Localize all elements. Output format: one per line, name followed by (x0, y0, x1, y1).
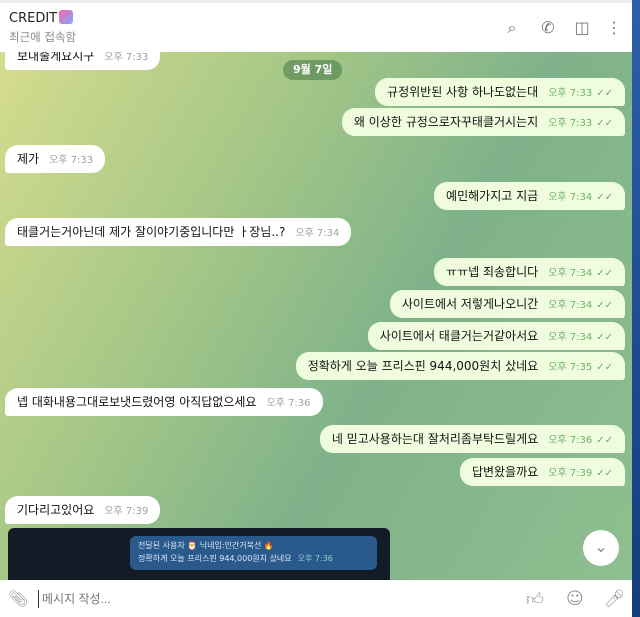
sticker-icon (59, 10, 74, 24)
incoming-message[interactable]: 제가 오후 7:33 (5, 145, 106, 173)
message-time: 오후 7:36 (266, 398, 311, 409)
outgoing-message[interactable]: 사이트에서 태클거는거같아서요 오후 7:34 ✓✓ (367, 322, 625, 350)
message-text: 제가 (17, 152, 40, 166)
message-time: 오후 7:33 (104, 52, 149, 63)
message-text: 정확하게 오늘 프리스핀 944,000원치 샀네요 (307, 359, 539, 373)
message-time: 오후 7:34 (295, 228, 340, 239)
message-text: 사이트에서 태클거는거같아서요 (379, 329, 539, 343)
attach-icon[interactable]: 📎︎ (8, 589, 28, 608)
message-text: 네 믿고사용하는대 잘처리좀부탁드릴게요 (331, 432, 539, 446)
message-input[interactable] (38, 590, 498, 608)
message-text: 보내줄게요시구 (17, 52, 95, 63)
read-check-icon: ✓✓ (596, 435, 613, 446)
message-time: 오후 7:36 (548, 435, 593, 446)
message-text: 답변왔을까요 (471, 465, 539, 479)
message-text: 태클거는거아닌데 제가 잘이야기중입니다만 ㅏ장님..? (17, 225, 286, 239)
date-chip: 9월 7일 (283, 60, 343, 80)
incoming-message[interactable]: 기다리고있어요 오후 7:39 (5, 496, 161, 524)
search-icon[interactable]: ⌕ (502, 18, 522, 38)
more-vertical-icon[interactable]: ⋮ (604, 18, 624, 38)
read-check-icon: ✓✓ (596, 268, 613, 279)
composer: 📎︎ 👍︎ ☺ 🎤︎ (0, 580, 632, 617)
chat-title[interactable]: CREDIT (9, 10, 74, 26)
message-text: 기다리고있어요 (17, 503, 95, 517)
read-check-icon: ✓✓ (596, 362, 613, 373)
sidebar-toggle-icon[interactable]: ◫ (572, 18, 592, 38)
message-time: 오후 7:35 (548, 362, 593, 373)
outgoing-message[interactable]: 왜 이상한 규정으로자꾸태클거시는지 오후 7:33 ✓✓ (341, 108, 625, 136)
message-time: 오후 7:39 (104, 506, 149, 517)
message-list[interactable]: 9월 7일 보내줄게요시구 오후 7:33 규정위반된 사항 하나도없는대 오후 7:… (0, 52, 632, 580)
outgoing-message[interactable]: 사이트에서 저렇게나오니간 오후 7:34 ✓✓ (389, 290, 625, 318)
message-time: 오후 7:34 (548, 332, 593, 343)
outgoing-message[interactable]: 답변왔을까요 오후 7:39 ✓✓ (459, 458, 625, 486)
message-time: 오후 7:34 (548, 192, 593, 203)
message-time: 오후 7:33 (548, 88, 593, 99)
emoji-icon[interactable]: ☺ (566, 589, 584, 609)
microphone-icon[interactable]: 🎤︎ (604, 589, 626, 609)
outgoing-message[interactable]: 규정위반된 사항 하나도없는대 오후 7:33 ✓✓ (375, 78, 625, 106)
message-time: 오후 7:33 (548, 118, 593, 129)
read-check-icon: ✓✓ (596, 468, 613, 479)
desktop-edge (632, 0, 640, 617)
message-text: 왜 이상한 규정으로자꾸태클거시는지 (353, 115, 539, 129)
outgoing-message[interactable]: 네 믿고사용하는대 잘처리좀부탁드릴게요 오후 7:36 ✓✓ (319, 425, 625, 453)
message-time: 오후 7:34 (548, 268, 593, 279)
quick-reaction-icon[interactable]: 👍︎ (526, 589, 544, 610)
incoming-message[interactable]: 넵 대화내용그대로보냇드렸어영 아직답없으세요 오후 7:36 (5, 388, 323, 416)
chat-header: CREDIT 최근에 접속함 ⌕ ✆ ◫ ⋮ (0, 0, 632, 52)
message-text: 규정위반된 사항 하나도없는대 (387, 85, 539, 99)
incoming-message[interactable]: 태클거는거아닌데 제가 잘이야기중입니다만 ㅏ장님..? 오후 7:34 (5, 218, 352, 246)
message-time: 오후 7:33 (49, 155, 94, 166)
read-check-icon: ✓✓ (596, 88, 613, 99)
screenshot-image[interactable]: 전달된 사용자 🎅 닉네임:인간거북선 🔥 정확하게 오늘 프리스핀 944,0… (8, 528, 390, 580)
message-time: 오후 7:34 (548, 300, 593, 311)
scroll-down-button[interactable]: ⌄ (583, 530, 619, 566)
outgoing-message[interactable]: 예민해가지고 지금 오후 7:34 ✓✓ (434, 182, 625, 210)
read-check-icon: ✓✓ (596, 118, 613, 129)
read-check-icon: ✓✓ (596, 192, 613, 203)
incoming-message[interactable]: 보내줄게요시구 오후 7:33 (5, 52, 161, 70)
read-check-icon: ✓✓ (596, 300, 613, 311)
message-text: ㅠㅠ넵 죄송합니다 (446, 265, 539, 279)
message-text: 예민해가지고 지금 (446, 189, 539, 203)
message-text: 사이트에서 저렇게나오니간 (401, 297, 539, 311)
last-seen-status: 최근에 접속함 (9, 30, 77, 44)
phone-icon[interactable]: ✆ (538, 18, 558, 38)
read-check-icon: ✓✓ (596, 332, 613, 343)
message-text: 넵 대화내용그대로보냇드렸어영 아직답없으세요 (17, 395, 257, 409)
forwarded-message: 전달된 사용자 🎅 닉네임:인간거북선 🔥 정확하게 오늘 프리스핀 944,0… (130, 536, 377, 570)
outgoing-message[interactable]: ㅠㅠ넵 죄송합니다 오후 7:34 ✓✓ (434, 258, 625, 286)
message-time: 오후 7:39 (548, 468, 593, 479)
outgoing-message[interactable]: 정확하게 오늘 프리스핀 944,000원치 샀네요 오후 7:35 ✓✓ (295, 352, 625, 380)
